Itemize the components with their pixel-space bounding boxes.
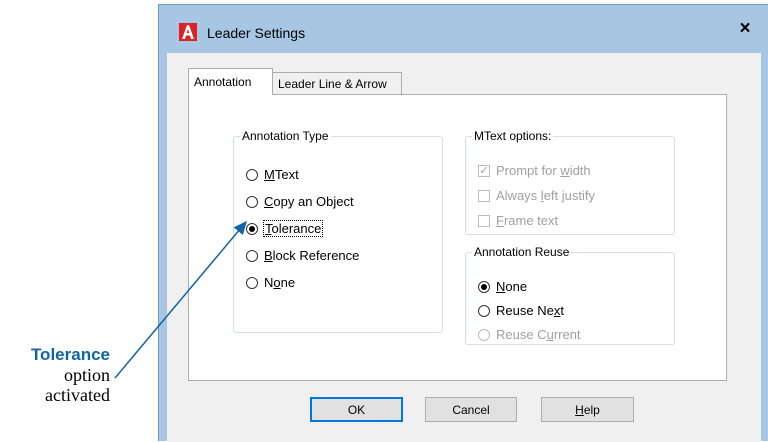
dialog-client-area: Annotation Leader Line & Arrow Annotatio… (167, 53, 761, 442)
block-reference-label: Block Reference (264, 248, 360, 263)
title-bar[interactable]: Leader Settings × (159, 5, 768, 53)
tab-annotation[interactable]: Annotation (188, 68, 273, 95)
always-left-justify-label: Always left justify (496, 188, 595, 203)
mtext-radio[interactable] (246, 168, 258, 181)
tolerance-radio[interactable] (246, 222, 258, 235)
copy-an-object-label: Copy an Object (264, 194, 354, 209)
help-button[interactable]: Help (541, 397, 634, 422)
option-reuse-none[interactable]: None (478, 279, 527, 294)
prompt-for-width-checkbox[interactable]: ✓ (478, 164, 490, 177)
close-button[interactable]: × (722, 5, 768, 53)
option-always-left-justify[interactable]: Always left justify (478, 188, 595, 203)
option-reuse-next[interactable]: Reuse Next (478, 303, 564, 318)
reuse-next-radio[interactable] (478, 304, 490, 317)
option-prompt-for-width[interactable]: ✓ Prompt for width (478, 163, 591, 178)
option-tolerance[interactable]: Tolerance (246, 220, 324, 237)
prompt-for-width-label: Prompt for width (496, 163, 591, 178)
callout-line-2: option (63, 365, 110, 385)
none-radio[interactable] (246, 276, 258, 289)
mtext-label: MText (264, 167, 299, 182)
tolerance-callout: Tolerance option activated (0, 345, 110, 405)
option-block-reference[interactable]: Block Reference (246, 248, 359, 263)
frame-text-checkbox[interactable] (478, 214, 490, 227)
tab-leader-line-arrow[interactable]: Leader Line & Arrow (272, 72, 402, 95)
callout-line-3: activated (45, 385, 110, 405)
annotation-type-legend: Annotation Type (242, 129, 329, 143)
option-none[interactable]: None (246, 275, 295, 290)
reuse-next-label: Reuse Next (496, 303, 564, 318)
option-copy-an-object[interactable]: Copy an Object (246, 194, 354, 209)
reuse-none-radio[interactable] (478, 280, 490, 293)
always-left-justify-checkbox[interactable] (478, 189, 490, 202)
block-reference-radio[interactable] (246, 249, 258, 262)
annotation-reuse-legend: Annotation Reuse (474, 245, 570, 259)
annotation-type-group: Annotation Type MText Copy an Object Tol… (233, 129, 443, 333)
none-label: None (264, 275, 296, 290)
frame-text-label: Frame text (496, 213, 559, 228)
mtext-options-legend: MText options: (474, 129, 552, 143)
cancel-button[interactable]: Cancel (425, 397, 517, 422)
annotation-reuse-group: Annotation Reuse None Reuse Next Reuse C… (465, 245, 675, 345)
annotation-tab-panel: Annotation Type MText Copy an Object Tol… (188, 94, 727, 381)
option-mtext[interactable]: MText (246, 167, 299, 182)
option-reuse-current[interactable]: Reuse Current (478, 327, 581, 342)
option-frame-text[interactable]: Frame text (478, 213, 558, 228)
mtext-options-group: MText options: ✓ Prompt for width Always… (465, 129, 675, 235)
ok-button[interactable]: OK (310, 397, 403, 422)
leader-settings-dialog: Leader Settings × Annotation Leader Line… (158, 4, 768, 442)
autocad-logo-icon (179, 23, 197, 41)
callout-bold-text: Tolerance (30, 345, 110, 364)
reuse-current-label: Reuse Current (496, 327, 581, 342)
copy-an-object-radio[interactable] (246, 195, 258, 208)
tolerance-label: Tolerance (262, 220, 324, 237)
reuse-none-label: None (496, 279, 528, 294)
dialog-title: Leader Settings (207, 25, 306, 41)
reuse-current-radio[interactable] (478, 328, 490, 341)
